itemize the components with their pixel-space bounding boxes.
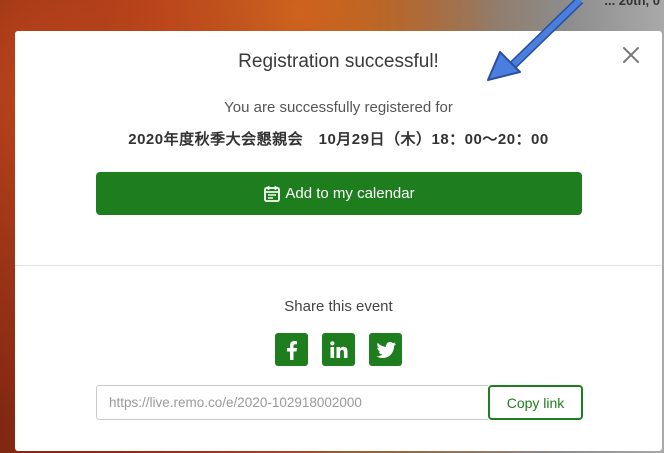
modal-subtitle: You are successfully registered for [224,99,453,116]
share-title: Share this event [284,298,393,315]
share-linkedin-button[interactable] [322,333,355,366]
share-link-row: Copy link [96,385,583,422]
social-share-buttons [15,333,662,366]
modal-title: Registration successful! [238,51,439,72]
share-facebook-button[interactable] [275,333,308,366]
event-details: 2020年度秋季大会懇親会 10月29日（木）18：00〜20：00 [128,131,549,148]
share-twitter-button[interactable] [369,333,402,366]
share-link-input[interactable] [96,385,488,420]
registration-modal: Registration successful! You are success… [15,31,662,451]
calendar-icon [264,185,281,202]
copy-link-button[interactable]: Copy link [488,385,583,420]
add-to-calendar-label: Add to my calendar [285,185,415,202]
twitter-icon [376,341,396,358]
background-date-text: ... 20th, 0 [604,0,660,8]
facebook-icon [286,340,297,360]
add-to-calendar-button[interactable]: Add to my calendar [96,172,582,215]
section-divider [15,265,662,266]
linkedin-icon [329,340,347,358]
